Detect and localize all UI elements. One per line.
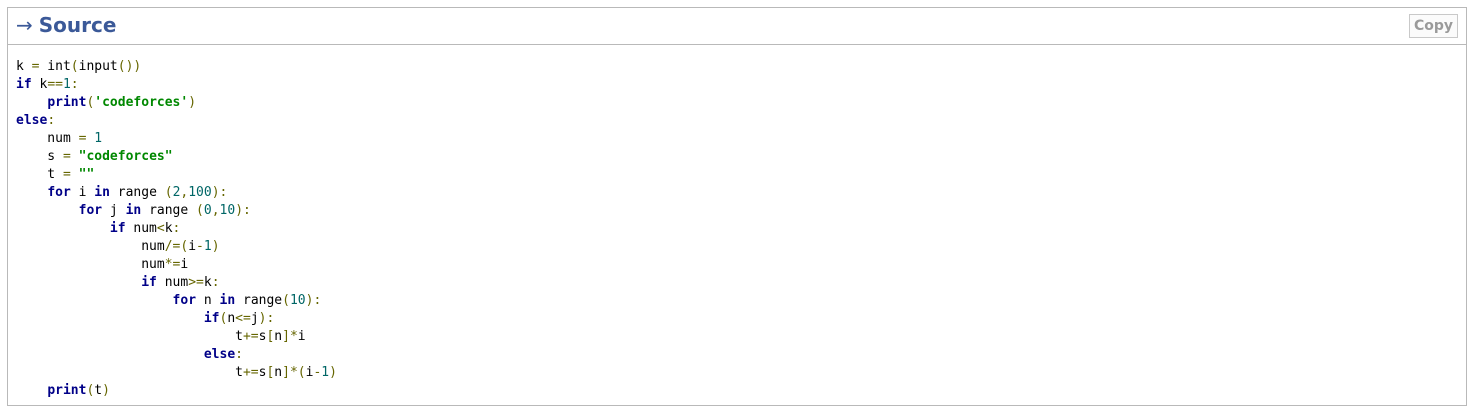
code-line: num = 1: [16, 131, 103, 146]
code-line: if num<k:: [109, 221, 181, 236]
code-line: else:: [203, 347, 243, 362]
panel-title: → Source: [16, 13, 116, 37]
source-panel: → Source Copy k = int(input()) if k==1: pr…: [7, 7, 1467, 406]
code-line: s = "codeforces": [16, 149, 173, 164]
arrow-right-icon: →: [16, 13, 33, 37]
code-line: t+=s[n]*i: [16, 329, 306, 344]
code-line: t = "": [16, 167, 95, 182]
code-line: for n in range(10):: [172, 293, 322, 308]
code-line: print('codeforces'): [47, 95, 197, 110]
code-line: else:: [16, 113, 56, 128]
code-line: if(n<=j):: [203, 311, 275, 326]
code-line: k = int(input()): [16, 59, 142, 74]
code-line: print(t): [47, 383, 110, 398]
code-line: for j in range (0,10):: [78, 203, 251, 218]
panel-title-text: Source: [38, 13, 117, 37]
copy-button[interactable]: Copy: [1408, 14, 1458, 38]
code-line: num*=i: [16, 257, 189, 272]
code-line: for i in range (2,100):: [47, 185, 228, 200]
source-panel-header: → Source Copy: [8, 8, 1466, 45]
code-line: if num>=k:: [141, 275, 220, 290]
code-line: t+=s[n]*(i-1): [16, 365, 337, 380]
code-line: num/=(i-1): [16, 239, 220, 254]
code-line: if k==1:: [16, 77, 79, 92]
source-code-block[interactable]: k = int(input()) if k==1: print('codeforc…: [8, 48, 1466, 405]
